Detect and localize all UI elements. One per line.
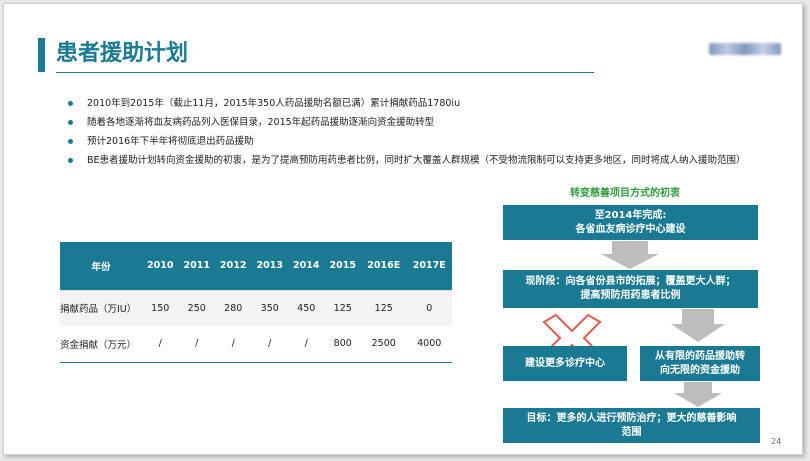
down-arrow-icon (674, 382, 722, 407)
flow-box-text: 从有限的药品援助转 (655, 350, 745, 362)
flow-box-text: 各省血友病诊疗中心建设 (575, 223, 686, 235)
flow-box-text: 提高预防用药患者比例 (580, 290, 681, 301)
flow-box-text: 现阶段：向各省份县市的拓展；覆盖更大人群； (525, 276, 736, 287)
down-arrow-icon (671, 309, 725, 342)
down-arrow-icon (601, 241, 659, 269)
flow-box-text: 范围 (621, 426, 642, 438)
slide: 患者援助计划 2010年到2015年（截止11月，2015年350人药品援助名额… (3, 3, 803, 455)
flow-box-more-centers: 建设更多诊疗中心 (503, 346, 627, 381)
flow-box-text: 建设更多诊疗中心 (525, 357, 605, 369)
flow-box-current-stage: 现阶段：向各省份县市的拓展；覆盖更大人群； 提高预防用药患者比例 (503, 270, 758, 308)
flow-box-funding-shift: 从有限的药品援助转 向无限的资金援助 (640, 346, 760, 381)
flow-box-text: 至2014年完成: (594, 209, 667, 221)
flow-box-goal: 目标：更多的人进行预防治疗；更大的慈善影响 范围 (503, 408, 760, 443)
flow-box-completed: 至2014年完成: 各省血友病诊疗中心建设 (503, 205, 758, 240)
flow-box-text: 向无限的资金援助 (660, 364, 740, 376)
page-number: 24 (771, 437, 782, 446)
flow-box-text: 目标：更多的人进行预防治疗；更大的慈善影响 (526, 412, 737, 424)
